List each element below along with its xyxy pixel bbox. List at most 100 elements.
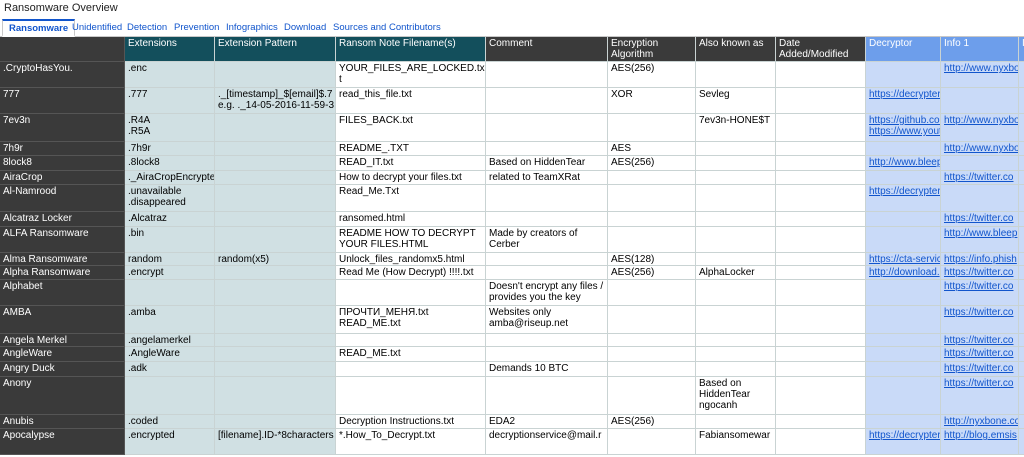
cell-extensions[interactable]: [125, 377, 215, 415]
cell-also-known-as[interactable]: [696, 171, 776, 185]
cell-name[interactable]: Al-Namrood: [0, 185, 125, 212]
cell-name[interactable]: Anubis: [0, 415, 125, 429]
cell-date-added[interactable]: [776, 347, 866, 362]
cell-date-added[interactable]: [776, 142, 866, 156]
cell-extensions[interactable]: .bin: [125, 227, 215, 253]
tab-infographics[interactable]: Infographics: [220, 19, 284, 37]
cell-decryptor[interactable]: [866, 142, 941, 156]
cell-also-known-as[interactable]: [696, 334, 776, 347]
cell-decryptor[interactable]: [866, 62, 941, 88]
cell-also-known-as[interactable]: Sevleg: [696, 88, 776, 114]
cell-date-added[interactable]: [776, 88, 866, 114]
cell-date-added[interactable]: [776, 253, 866, 266]
cell-info-2[interactable]: [1019, 334, 1024, 347]
cell-decryptor[interactable]: https://cta-servic: [866, 253, 941, 266]
cell-decryptor[interactable]: https://decrypter.: [866, 429, 941, 455]
cell-extensions[interactable]: ._AiraCropEncrypted: [125, 171, 215, 185]
cell-info-2[interactable]: [1019, 429, 1024, 455]
cell-info-2[interactable]: [1019, 253, 1024, 266]
cell-decryptor[interactable]: [866, 171, 941, 185]
cell-encryption-algorithm[interactable]: [608, 377, 696, 415]
cell-extensions[interactable]: .amba: [125, 306, 215, 334]
cell-decryptor[interactable]: [866, 334, 941, 347]
cell-extension-pattern[interactable]: [215, 185, 336, 212]
column-header-name[interactable]: [0, 37, 125, 62]
cell-extensions[interactable]: random: [125, 253, 215, 266]
cell-also-known-as[interactable]: Based on HiddenTear ngocanh: [696, 377, 776, 415]
cell-also-known-as[interactable]: [696, 156, 776, 171]
cell-extension-pattern[interactable]: random(x5): [215, 253, 336, 266]
cell-also-known-as[interactable]: [696, 142, 776, 156]
cell-comment[interactable]: [486, 62, 608, 88]
cell-also-known-as[interactable]: AlphaLocker: [696, 266, 776, 280]
cell-info-1[interactable]: [941, 88, 1019, 114]
cell-info-2[interactable]: [1019, 62, 1024, 88]
cell-extension-pattern[interactable]: [215, 266, 336, 280]
cell-encryption-algorithm[interactable]: [608, 185, 696, 212]
cell-decryptor[interactable]: [866, 280, 941, 306]
cell-name[interactable]: Anony: [0, 377, 125, 415]
cell-comment[interactable]: Doesn't encrypt any files / provides you…: [486, 280, 608, 306]
cell-ransom-note[interactable]: ransomed.html: [336, 212, 486, 227]
tab-prevention[interactable]: Prevention: [168, 19, 225, 37]
cell-name[interactable]: AMBA: [0, 306, 125, 334]
column-header-extension-pattern[interactable]: Extension Pattern: [215, 37, 336, 62]
cell-encryption-algorithm[interactable]: [608, 114, 696, 142]
cell-decryptor[interactable]: [866, 377, 941, 415]
cell-name[interactable]: Alcatraz Locker: [0, 212, 125, 227]
cell-encryption-algorithm[interactable]: AES(128): [608, 253, 696, 266]
cell-ransom-note[interactable]: YOUR_FILES_ARE_LOCKED.tx t: [336, 62, 486, 88]
cell-info-1[interactable]: http://www.nyxbo: [941, 114, 1019, 142]
cell-info-1[interactable]: https://info.phish: [941, 253, 1019, 266]
cell-comment[interactable]: Websites only amba@riseup.net: [486, 306, 608, 334]
cell-comment[interactable]: Demands 10 BTC: [486, 362, 608, 377]
cell-ransom-note[interactable]: [336, 334, 486, 347]
cell-extension-pattern[interactable]: ._[timestamp]_$[email]$.7 e.g. ._14-05-2…: [215, 88, 336, 114]
cell-date-added[interactable]: [776, 362, 866, 377]
cell-encryption-algorithm[interactable]: [608, 306, 696, 334]
column-header-decryptor[interactable]: Decryptor: [866, 37, 941, 62]
cell-name[interactable]: AiraCrop: [0, 171, 125, 185]
cell-info-2[interactable]: [1019, 347, 1024, 362]
cell-name[interactable]: Angry Duck: [0, 362, 125, 377]
cell-comment[interactable]: [486, 185, 608, 212]
cell-comment[interactable]: [486, 88, 608, 114]
cell-also-known-as[interactable]: [696, 185, 776, 212]
cell-info-1[interactable]: https://twitter.co: [941, 377, 1019, 415]
cell-info-1[interactable]: https://twitter.co: [941, 334, 1019, 347]
cell-extension-pattern[interactable]: [215, 347, 336, 362]
cell-info-2[interactable]: [1019, 280, 1024, 306]
cell-info-1[interactable]: https://twitter.co: [941, 171, 1019, 185]
cell-date-added[interactable]: [776, 334, 866, 347]
column-header-comment[interactable]: Comment: [486, 37, 608, 62]
cell-info-1[interactable]: http://www.nyxbo: [941, 62, 1019, 88]
tab-sources-and-contributors[interactable]: Sources and Contributors: [327, 19, 447, 37]
cell-comment[interactable]: EDA2: [486, 415, 608, 429]
cell-info-2[interactable]: [1019, 415, 1024, 429]
cell-date-added[interactable]: [776, 227, 866, 253]
cell-extension-pattern[interactable]: [215, 142, 336, 156]
cell-date-added[interactable]: [776, 114, 866, 142]
cell-extensions[interactable]: .encrypted: [125, 429, 215, 455]
cell-ransom-note[interactable]: How to decrypt your files.txt: [336, 171, 486, 185]
cell-ransom-note[interactable]: README_.TXT: [336, 142, 486, 156]
cell-encryption-algorithm[interactable]: [608, 280, 696, 306]
cell-info-1[interactable]: http://www.bleep: [941, 227, 1019, 253]
cell-name[interactable]: 7ev3n: [0, 114, 125, 142]
cell-also-known-as[interactable]: 7ev3n-HONE$T: [696, 114, 776, 142]
cell-extension-pattern[interactable]: [215, 334, 336, 347]
cell-comment[interactable]: Made by creators of Cerber: [486, 227, 608, 253]
cell-encryption-algorithm[interactable]: [608, 227, 696, 253]
cell-name[interactable]: 8lock8: [0, 156, 125, 171]
cell-encryption-algorithm[interactable]: AES(256): [608, 415, 696, 429]
cell-decryptor[interactable]: https://decrypter.: [866, 185, 941, 212]
cell-comment[interactable]: [486, 253, 608, 266]
cell-info-2[interactable]: [1019, 377, 1024, 415]
cell-info-1[interactable]: https://twitter.co: [941, 306, 1019, 334]
cell-extensions[interactable]: .Alcatraz: [125, 212, 215, 227]
cell-name[interactable]: Alma Ransomware: [0, 253, 125, 266]
cell-date-added[interactable]: [776, 377, 866, 415]
cell-date-added[interactable]: [776, 266, 866, 280]
cell-date-added[interactable]: [776, 156, 866, 171]
cell-ransom-note[interactable]: read_this_file.txt: [336, 88, 486, 114]
